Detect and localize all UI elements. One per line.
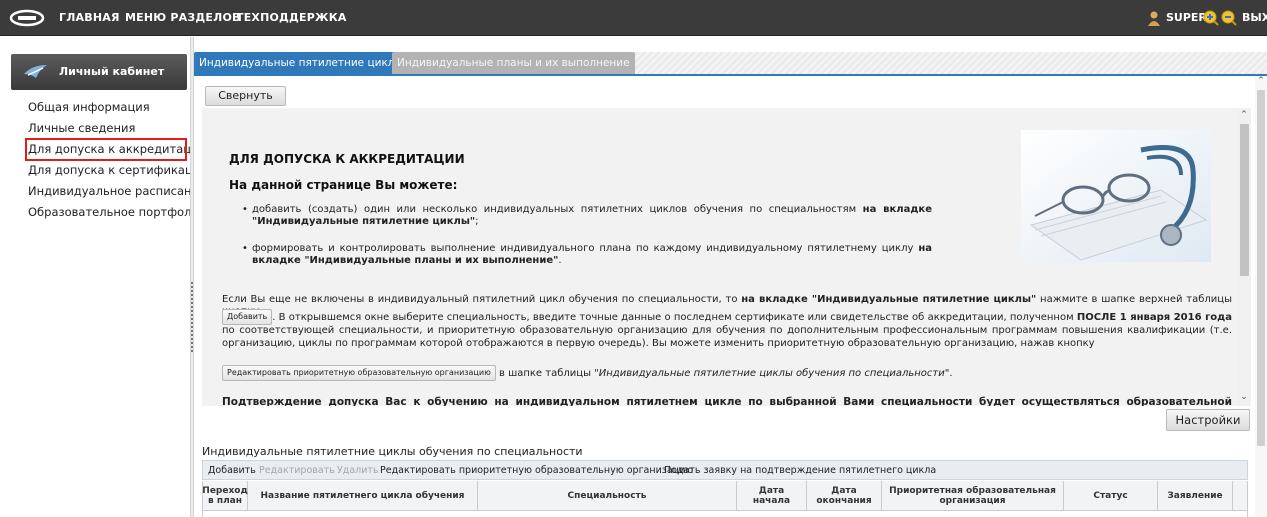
stethoscope-glasses-image: [1021, 130, 1211, 262]
user-icon: [1148, 11, 1160, 26]
sidebar-item-personal-info[interactable]: Личные сведения: [28, 118, 190, 139]
inline-add-button[interactable]: Добавить: [222, 309, 273, 325]
user-name[interactable]: SUPER: [1166, 0, 1207, 36]
grid-toolbar: Добавить Редактировать Удалить Редактиро…: [202, 460, 1248, 480]
zoom-out-icon[interactable]: [1221, 10, 1237, 26]
col-application[interactable]: Заявление: [1158, 481, 1233, 511]
nav-sections-link[interactable]: МЕНЮ РАЗДЕЛОВ: [125, 0, 241, 36]
nav-home-link[interactable]: ГЛАВНАЯ: [59, 0, 120, 36]
info-bullet-1: добавить (создать) один или несколько ин…: [242, 204, 932, 228]
sidebar-item-schedule[interactable]: Индивидуальное расписание: [28, 181, 206, 202]
info-scroll-up-arrow[interactable]: ⌃: [1239, 110, 1249, 120]
tab-five-year-cycles[interactable]: Индивидуальные пятилетние циклы: [194, 52, 408, 74]
col-transition[interactable]: Переход в план: [202, 481, 248, 511]
grid-edit-button[interactable]: Редактировать: [259, 461, 335, 480]
page-scroll-up-arrow[interactable]: ⌃: [1256, 76, 1266, 86]
sidebar-header-title: Личный кабинет: [59, 65, 165, 78]
info-panel: ДЛЯ ДОПУСКА К АККРЕДИТАЦИИ На данной стр…: [202, 108, 1238, 406]
col-status[interactable]: Статус: [1064, 481, 1158, 511]
top-bar: ГЛАВНАЯ МЕНЮ РАЗДЕЛОВ ТЕХПОДДЕРЖКА SUPER…: [0, 0, 1267, 36]
grid-edit-priority-button[interactable]: Редактировать приоритетную образовательн…: [380, 461, 693, 480]
sidebar-menu: Общая информация Личные сведения Для доп…: [25, 97, 208, 223]
collapse-button[interactable]: Свернуть: [205, 86, 286, 106]
grid-header: Переход в план Название пятилетнего цикл…: [202, 481, 1248, 511]
page-scrollbar[interactable]: [1255, 76, 1267, 517]
col-start-date[interactable]: Дата начала: [737, 481, 807, 511]
info-title: ДЛЯ ДОПУСКА К АККРЕДИТАЦИИ: [229, 152, 465, 166]
logo-icon[interactable]: [9, 9, 45, 27]
info-scrollbar[interactable]: [1238, 108, 1251, 406]
tab-individual-plans[interactable]: Индивидуальные планы и их выполнение: [392, 52, 635, 74]
info-subtitle: На данной странице Вы можете:: [229, 178, 458, 192]
nav-support-link[interactable]: ТЕХПОДДЕРЖКА: [236, 0, 347, 36]
sidebar: Личный кабинет Общая информация Личные с…: [0, 37, 208, 517]
info-scroll-down-arrow[interactable]: ⌄: [1239, 392, 1249, 402]
splitter-grip[interactable]: [191, 282, 193, 352]
info-paragraph-4: Подтверждение допуска Вас к обучению на …: [222, 396, 1232, 406]
grid-add-button[interactable]: Добавить: [208, 461, 256, 480]
col-end-date[interactable]: Дата окончания: [807, 481, 882, 511]
info-paragraph-3: Редактировать приоритетную образовательн…: [222, 365, 1232, 381]
sidebar-item-portfolio[interactable]: Образовательное портфолио: [28, 202, 206, 223]
col-priority-org[interactable]: Приоритетная образовательная организация: [882, 481, 1064, 511]
col-cycle-name[interactable]: Название пятилетнего цикла обучения: [248, 481, 478, 511]
logout-link[interactable]: ВЫХОД: [1242, 0, 1267, 36]
info-bullet-2: формировать и контролировать выполнение …: [242, 243, 932, 267]
grid-title: Индивидуальные пятилетние циклы обучения…: [202, 445, 583, 458]
inline-edit-priority-button[interactable]: Редактировать приоритетную образовательн…: [222, 365, 496, 381]
info-paragraph-2: Добавить. В открывшемся окне выберите сп…: [222, 309, 1232, 350]
grid-body: [202, 511, 1248, 517]
zoom-in-icon[interactable]: [1203, 10, 1219, 26]
tabs-bar: Индивидуальные пятилетние циклы Индивиду…: [194, 52, 1267, 74]
col-specialty[interactable]: Специальность: [478, 481, 737, 511]
sidebar-item-general-info[interactable]: Общая информация: [28, 97, 190, 118]
sidebar-item-certification[interactable]: Для допуска к сертификации: [28, 160, 208, 181]
bird-logo-icon: [24, 65, 47, 78]
sidebar-header[interactable]: Личный кабинет: [11, 54, 187, 90]
page-scrollbar-thumb[interactable]: [1257, 90, 1265, 446]
sidebar-item-accreditation[interactable]: Для допуска к аккредитации: [25, 138, 206, 161]
grid-delete-button[interactable]: Удалить: [337, 461, 379, 480]
grid-submit-button[interactable]: Подать заявку на подтверждение пятилетне…: [664, 461, 936, 480]
settings-button[interactable]: Настройки: [1166, 409, 1250, 431]
info-scrollbar-thumb[interactable]: [1240, 124, 1249, 276]
